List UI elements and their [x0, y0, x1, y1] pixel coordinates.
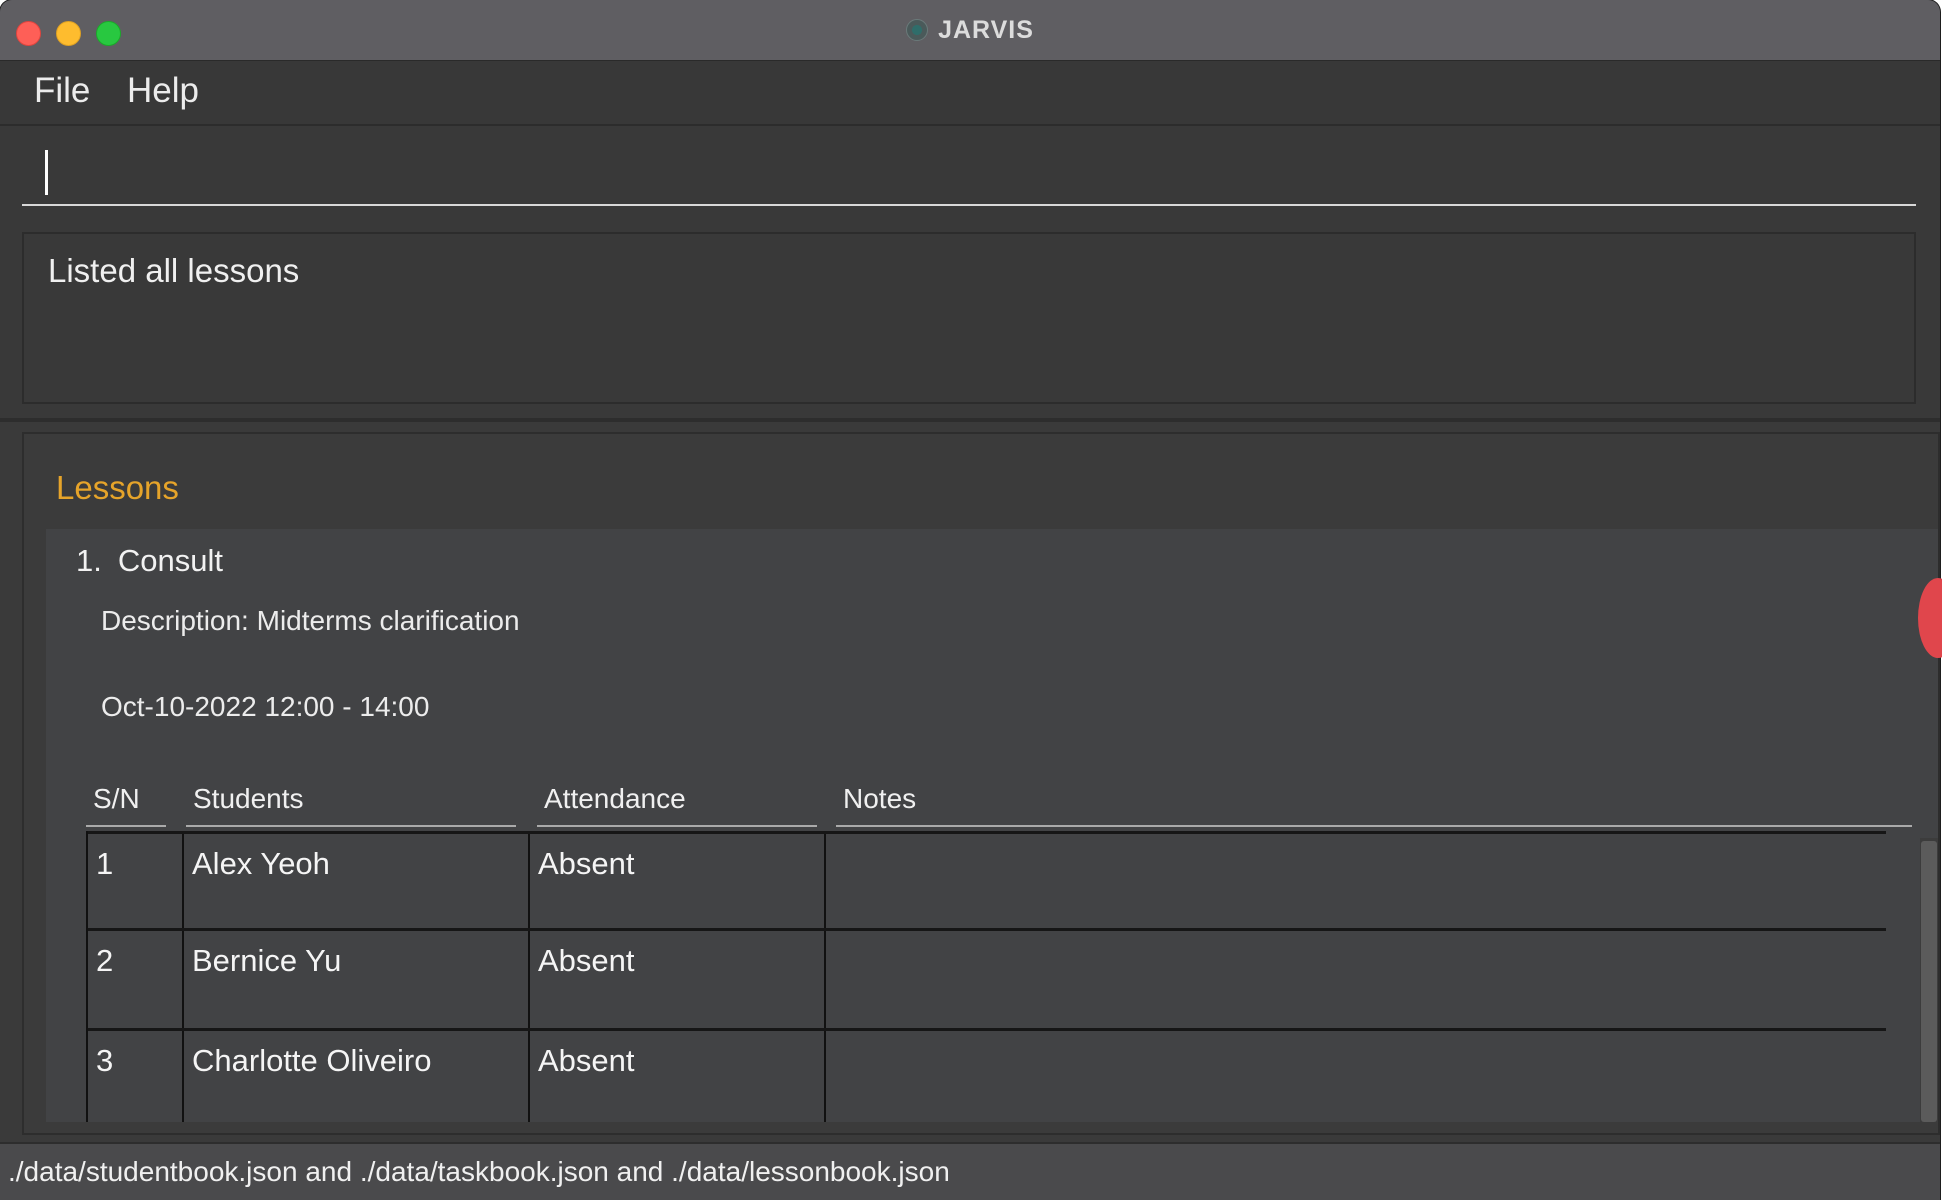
- table-row[interactable]: 3 Charlotte Oliveiro Absent: [88, 1028, 1886, 1122]
- status-bar-text: ./data/studentbook.json and ./data/taskb…: [8, 1156, 950, 1187]
- table-row[interactable]: 1 Alex Yeoh Absent: [88, 831, 1886, 931]
- table-scrollbar-thumb[interactable]: [1921, 841, 1937, 1122]
- window-title: JARVIS: [938, 15, 1034, 44]
- cell-attendance[interactable]: Absent: [530, 1031, 826, 1122]
- lessons-panel: Lessons 1. Consult Description: Midterms …: [22, 432, 1940, 1135]
- cell-sn: 2: [88, 931, 184, 1028]
- column-header-students[interactable]: Students: [186, 771, 516, 827]
- app-window: JARVIS File Help Listed all lessons Less…: [0, 0, 1940, 1200]
- cell-student: Charlotte Oliveiro: [184, 1031, 530, 1122]
- menu-bar: File Help: [0, 61, 1940, 126]
- menu-file[interactable]: File: [34, 71, 90, 111]
- cell-notes[interactable]: [826, 1031, 1886, 1122]
- cell-attendance[interactable]: Absent: [530, 931, 826, 1028]
- text-caret: [45, 150, 48, 195]
- cell-notes[interactable]: [826, 931, 1886, 1028]
- cell-sn: 3: [88, 1031, 184, 1122]
- lesson-card[interactable]: 1. Consult Description: Midterms clarific…: [46, 529, 1938, 1122]
- attendance-table-body[interactable]: 1 Alex Yeoh Absent 2 Bernice Yu Absent 3…: [86, 831, 1886, 1122]
- table-row[interactable]: 2 Bernice Yu Absent: [88, 928, 1886, 1028]
- result-display-area: Listed all lessons: [0, 222, 1940, 422]
- column-header-sn[interactable]: S/N: [86, 771, 166, 827]
- command-input[interactable]: [22, 146, 1916, 206]
- cell-student: Alex Yeoh: [184, 834, 530, 931]
- title-bar[interactable]: JARVIS: [0, 0, 1940, 61]
- cell-attendance[interactable]: Absent: [530, 834, 826, 931]
- lesson-description: Description: Midterms clarification: [101, 605, 520, 636]
- attendance-table: S/N Students Attendance Notes 1 Alex Yeo…: [86, 771, 1938, 1122]
- column-header-attendance[interactable]: Attendance: [537, 771, 817, 827]
- lessons-panel-title: Lessons: [56, 469, 179, 506]
- cell-sn: 1: [88, 834, 184, 931]
- menu-help[interactable]: Help: [127, 71, 199, 111]
- status-bar: ./data/studentbook.json and ./data/taskb…: [0, 1142, 1940, 1200]
- column-header-notes[interactable]: Notes: [836, 771, 1912, 827]
- result-display[interactable]: Listed all lessons: [22, 232, 1916, 404]
- cell-notes[interactable]: [826, 834, 1886, 931]
- lesson-heading: 1. Consult: [76, 543, 223, 579]
- app-icon: [906, 19, 929, 41]
- window-title-group: JARVIS: [0, 0, 1940, 60]
- cell-student: Bernice Yu: [184, 931, 530, 1028]
- lesson-index: 1.: [76, 543, 102, 578]
- lessons-panel-area: Lessons 1. Consult Description: Midterms …: [0, 422, 1940, 1142]
- command-box-area: [0, 126, 1940, 222]
- result-message: Listed all lessons: [48, 252, 300, 289]
- lesson-name: Consult: [117, 543, 223, 578]
- lesson-time: Oct-10-2022 12:00 - 14:00: [101, 691, 430, 722]
